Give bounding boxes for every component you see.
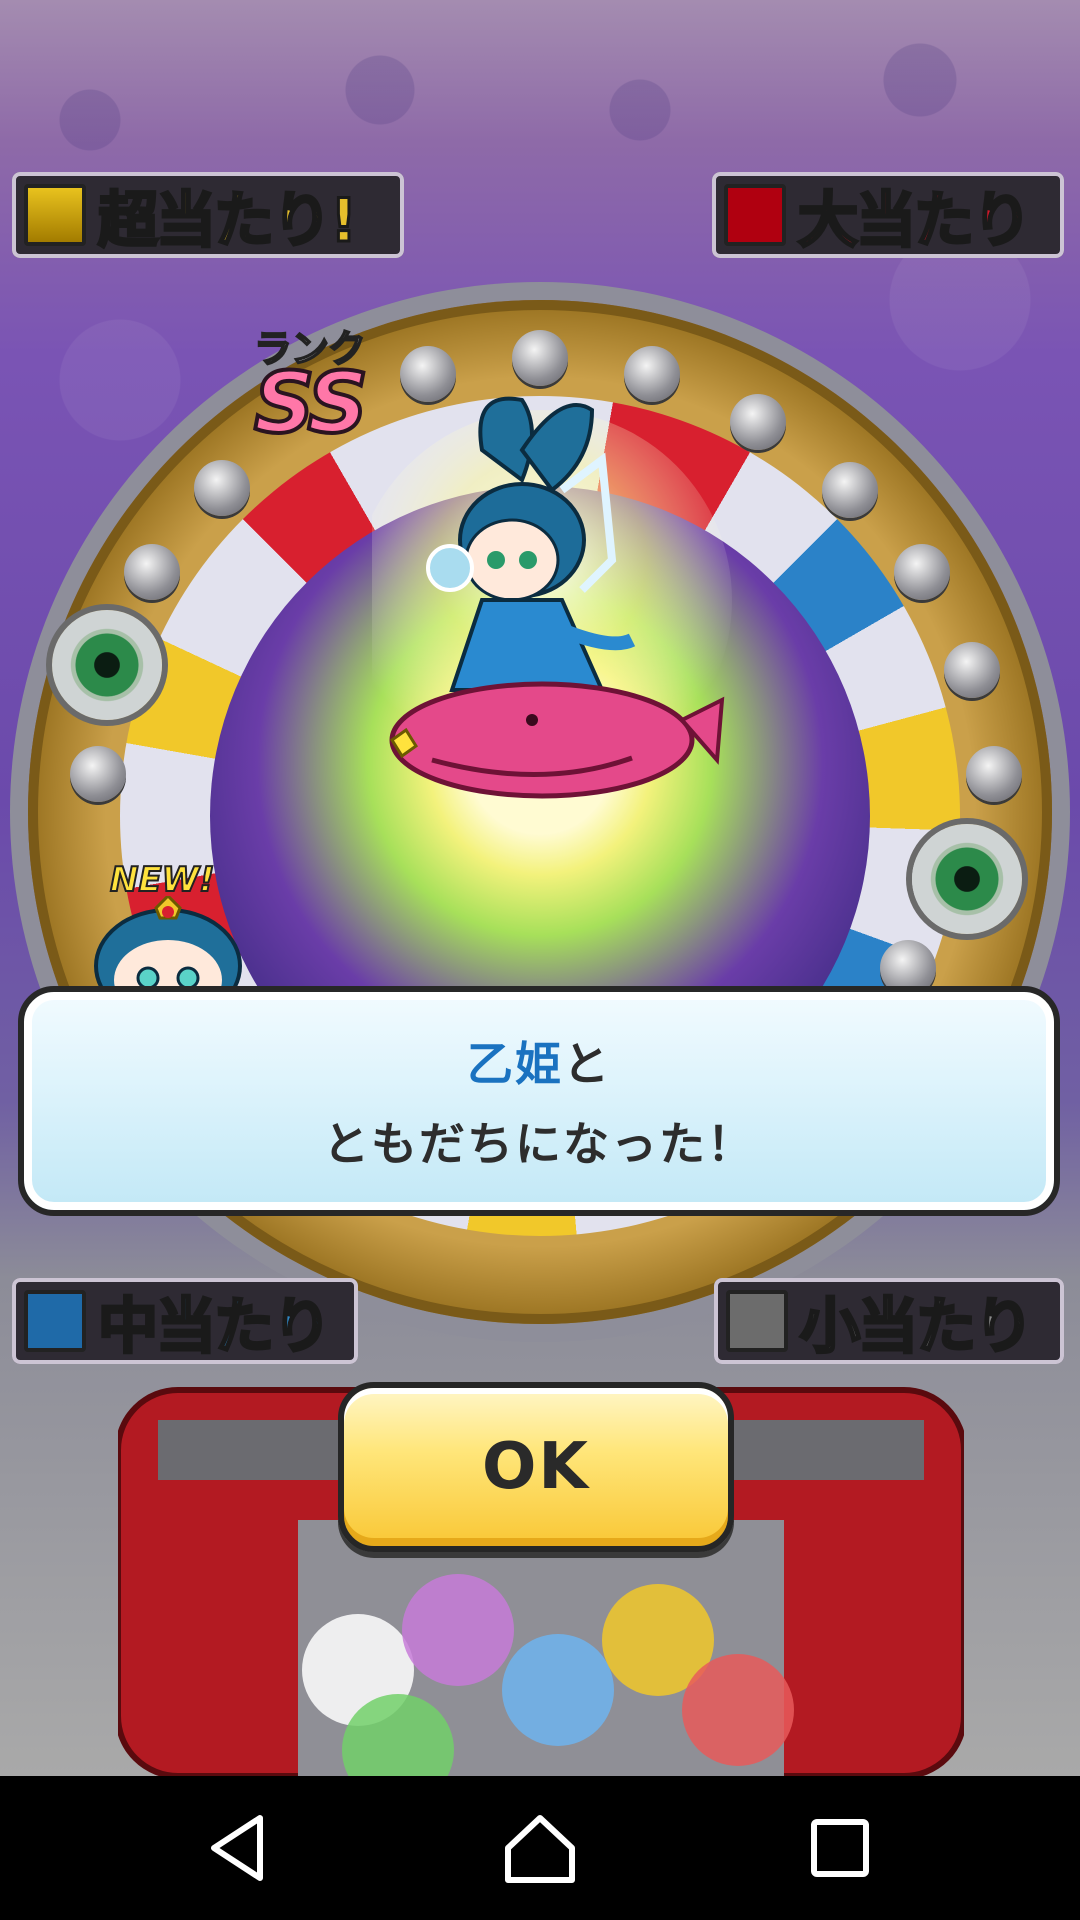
dialog-line-1: 乙姫と — [467, 1028, 611, 1094]
character-otohime-illustration — [372, 396, 732, 799]
prize-text-mid: 中当たり — [97, 1290, 334, 1363]
prize-label-small: 小当たり — [714, 1278, 1064, 1364]
dialog-line-1-suffix: と — [563, 1037, 611, 1091]
prize-text-super: 超当たり! — [96, 184, 358, 257]
dialog-character-name: 乙姫 — [467, 1037, 563, 1091]
prize-label-super: 超当たり! — [12, 172, 404, 258]
home-icon[interactable] — [500, 1808, 580, 1888]
wheel-bolt — [512, 330, 568, 386]
result-dialog: 乙姫と ともだちになった！ — [18, 986, 1060, 1216]
android-navigation-bar — [0, 1776, 1080, 1920]
prize-label-big: 大当たり — [712, 172, 1064, 258]
rank-value: SS — [252, 352, 370, 454]
ok-button-label: OK — [482, 1430, 590, 1504]
prize-text-big: 大当たり — [797, 184, 1034, 257]
dialog-line-2: ともだちになった！ — [323, 1117, 755, 1171]
recents-square-icon[interactable] — [800, 1808, 880, 1888]
wheel-bolt — [70, 746, 126, 802]
prize-swatch-blue — [24, 1290, 86, 1352]
ok-button[interactable]: OK — [338, 1382, 734, 1552]
prize-swatch-gray — [726, 1290, 788, 1352]
wheel-bolt — [730, 394, 786, 450]
gacha-screen: 超当たり! 大当たり ランク SS NEW! 乙姫と ともだちになった！ 中当た… — [0, 0, 1080, 1776]
prize-swatch-red — [724, 184, 786, 246]
wheel-bolt — [124, 544, 180, 600]
prize-swatch-gold — [24, 184, 86, 246]
new-badge: NEW! — [109, 859, 216, 901]
wheel-bolt — [894, 544, 950, 600]
wheel-eye-left — [52, 610, 162, 720]
prize-label-mid: 中当たり — [12, 1278, 358, 1364]
wheel-eye-right — [912, 824, 1022, 934]
wheel-bolt — [822, 462, 878, 518]
wheel-bolt — [966, 746, 1022, 802]
back-triangle-icon[interactable] — [200, 1808, 280, 1888]
wheel-bolt — [194, 460, 250, 516]
wheel-bolt — [944, 642, 1000, 698]
prize-text-small: 小当たり — [799, 1290, 1036, 1363]
